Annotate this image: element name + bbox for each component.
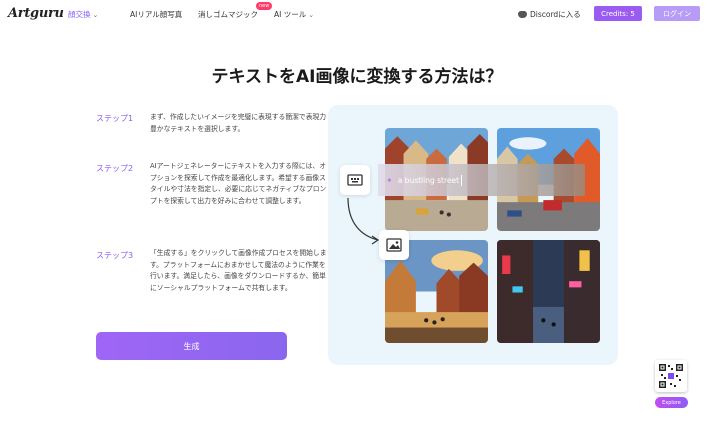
nav-item-label: 消しゴムマジック [198, 10, 258, 19]
prompt-input-display: ✦ a bustling street [378, 164, 585, 196]
step-1-label: ステップ1 [96, 114, 134, 123]
chevron-down-icon: ⌄ [308, 10, 315, 19]
step-3-label: ステップ3 [96, 251, 134, 260]
nav-item-ai-real-face[interactable]: AIリアル顔写真 [130, 9, 182, 20]
nav-item-label: 顔交換 [68, 10, 91, 19]
explore-button[interactable]: Explore [655, 397, 688, 408]
text-cursor [461, 174, 463, 186]
nav-item-face-swap[interactable]: 顔交換 ⌄ [68, 9, 98, 20]
login-button[interactable]: ログイン [654, 6, 700, 21]
arrow-icon [347, 197, 380, 245]
discord-link[interactable]: Discordに入る [518, 9, 581, 20]
nav-item-label: AIリアル顔写真 [130, 10, 183, 19]
text-input-icon [340, 165, 370, 195]
generated-image-4 [497, 240, 600, 343]
nav-item-label: AI ツール [274, 10, 307, 19]
new-badge: new [256, 2, 273, 10]
step-2-text: AIアートジェネレーターにテキストを入力する際には、オプションを探索して作成を最… [150, 162, 327, 205]
step-2-label: ステップ2 [96, 164, 134, 173]
chevron-down-icon: ⌄ [92, 10, 99, 19]
generate-button[interactable]: 生成 [96, 332, 287, 360]
discord-icon [518, 11, 527, 18]
discord-label: Discordに入る [530, 10, 581, 19]
prompt-text: a bustling street [397, 175, 460, 185]
nav-item-ai-tools[interactable]: AI ツール ⌄ [274, 9, 314, 20]
qr-code[interactable] [655, 360, 687, 392]
image-icon [379, 230, 409, 260]
step-1-text: まず、作成したいイメージを完璧に表現する簡潔で表現力豊かなテキストを選択します。 [150, 113, 327, 133]
nav-item-magic-eraser[interactable]: 消しゴムマジック [198, 9, 258, 20]
logo[interactable]: Artguru [8, 6, 64, 21]
sparkle-icon: ✦ [386, 175, 393, 185]
step-3-text: 「生成する」をクリックして画像作成プロセスを開始します。プラットフォームにおまか… [150, 249, 327, 292]
credits-button[interactable]: Credits: 5 [594, 6, 642, 21]
page-title: テキストをAI画像に変換する方法は？ [211, 67, 503, 87]
top-nav: Artguru 顔交換 ⌄ AIリアル顔写真 消しゴムマジック new AI ツ… [0, 0, 714, 28]
